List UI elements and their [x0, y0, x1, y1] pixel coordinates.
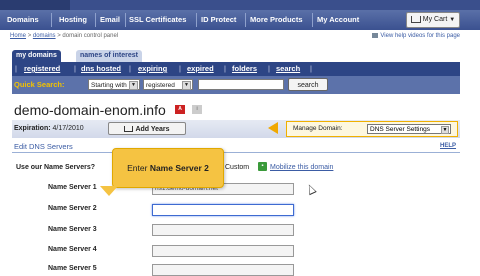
subnav-registered[interactable]: registered: [24, 62, 60, 76]
search-mode-select[interactable]: Starting with ▼: [88, 79, 140, 90]
chevron-down-icon: ▼: [129, 81, 138, 90]
expiration-label: Expiration: 4/17/2010: [14, 120, 84, 138]
tab-my-domains[interactable]: my domains: [12, 50, 61, 62]
search-mode-value: Starting with: [91, 82, 127, 89]
help-link[interactable]: HELP: [440, 143, 456, 149]
search-scope-select[interactable]: registered ▼: [143, 79, 193, 90]
quick-search-label: Quick Search:: [14, 80, 65, 89]
chevron-down-icon: ▼: [449, 17, 456, 23]
quick-search-bar: Quick Search: Starting with ▼ registered…: [12, 76, 460, 94]
quick-search-input[interactable]: [198, 79, 284, 90]
video-icon: [372, 33, 379, 38]
expiration-caption: Expiration:: [14, 125, 51, 132]
manage-domain-box: Manage Domain: DNS Server Settings ▼: [286, 121, 458, 137]
cart-label: My Cart: [422, 16, 448, 23]
use-our-name-servers-label: Use our Name Servers?: [16, 164, 95, 171]
help-videos-link[interactable]: View help videos for this page: [372, 33, 460, 39]
search-button[interactable]: search: [288, 78, 328, 91]
subnav-expired[interactable]: expired: [187, 62, 214, 76]
custom-option-label[interactable]: Custom: [225, 164, 249, 171]
nav-separator: [51, 13, 52, 27]
expiration-row: Expiration: 4/17/2010 Add Years Manage D…: [12, 120, 460, 138]
manage-domain-value: DNS Server Settings: [370, 126, 430, 133]
cart-icon: [124, 126, 134, 133]
search-scope-value: registered: [146, 82, 175, 89]
section-title: Edit DNS Servers: [14, 142, 73, 151]
tab-names-of-interest[interactable]: names of interest: [76, 50, 142, 62]
nav-ssl-certificates[interactable]: SSL Certificates: [129, 10, 186, 30]
logo-strip: [0, 0, 70, 10]
breadcrumb-domains[interactable]: domains: [33, 33, 56, 39]
subnav-expiring[interactable]: expiring: [138, 62, 167, 76]
name-server-5-input[interactable]: [152, 264, 294, 276]
manage-domain-label: Manage Domain:: [293, 125, 343, 132]
subnav-pipe: |: [129, 64, 131, 73]
name-server-4-label: Name Server 4: [48, 246, 97, 253]
nav-separator: [125, 13, 126, 27]
nav-domains[interactable]: Domains: [7, 10, 39, 30]
nav-separator: [312, 13, 313, 27]
nav-email[interactable]: Email: [100, 10, 120, 30]
subnav-folders[interactable]: folders: [232, 62, 257, 76]
subnav-pipe: |: [74, 64, 76, 73]
breadcrumb-home[interactable]: Home: [10, 33, 26, 39]
manage-domain-select[interactable]: DNS Server Settings ▼: [367, 124, 451, 134]
nav-separator: [245, 13, 246, 27]
tooltip-text: Enter Name Server 2: [113, 149, 223, 187]
main-nav: Domains Hosting Email SSL Certificates I…: [0, 10, 480, 30]
pointer-arrow-icon: [268, 122, 278, 134]
mouse-cursor-icon: [305, 182, 317, 196]
name-server-2-label: Name Server 2: [48, 205, 97, 212]
mobile-icon: ▪: [258, 162, 267, 171]
subnav-pipe: |: [310, 64, 312, 73]
tooltip-prefix: Enter: [127, 163, 148, 173]
help-videos-label: View help videos for this page: [380, 33, 460, 40]
subnav-pipe: |: [224, 64, 226, 73]
subnav-pipe: |: [15, 64, 17, 73]
domain-name-heading: demo-domain-enom.info: [14, 102, 166, 118]
chevron-down-icon: ▼: [441, 126, 449, 134]
section-divider: [12, 152, 460, 153]
breadcrumb-sep: >: [57, 33, 61, 39]
expiration-date: 4/17/2010: [52, 125, 84, 132]
my-cart-button[interactable]: My Cart ▼: [406, 12, 460, 28]
domain-subnav: | registered | dns hosted | expiring | e…: [12, 62, 460, 76]
name-server-3-input[interactable]: [152, 224, 294, 236]
nav-more-products[interactable]: More Products: [250, 10, 303, 30]
add-years-label: Add Years: [135, 126, 170, 133]
nav-id-protect[interactable]: ID Protect: [201, 10, 236, 30]
subnav-pipe: |: [179, 64, 181, 73]
instruction-tooltip: Enter Name Server 2: [112, 148, 224, 188]
name-server-1-label: Name Server 1: [48, 184, 97, 191]
top-banner: [0, 0, 480, 10]
breadcrumb: Home > domains > domain control panel: [10, 33, 118, 39]
breadcrumb-sep: >: [27, 33, 32, 39]
subnav-search[interactable]: search: [276, 62, 300, 76]
cart-icon: [410, 15, 421, 23]
name-server-3-label: Name Server 3: [48, 226, 97, 233]
info-icon[interactable]: i: [192, 105, 202, 114]
tooltip-bold: Name Server 2: [149, 163, 209, 173]
subnav-dns-hosted[interactable]: dns hosted: [81, 62, 121, 76]
nav-separator: [196, 13, 197, 27]
name-server-4-input[interactable]: [152, 245, 294, 257]
name-server-2-input[interactable]: [152, 204, 294, 216]
nav-my-account[interactable]: My Account: [317, 10, 359, 30]
nav-separator: [95, 13, 96, 27]
add-years-button[interactable]: Add Years: [108, 122, 186, 135]
pdf-icon[interactable]: A: [175, 105, 185, 114]
mobilize-domain-link[interactable]: Mobilize this domain: [270, 164, 333, 171]
nav-hosting[interactable]: Hosting: [59, 10, 87, 30]
chevron-down-icon: ▼: [182, 81, 191, 90]
subnav-pipe: |: [268, 64, 270, 73]
breadcrumb-current: domain control panel: [62, 33, 119, 39]
name-server-5-label: Name Server 5: [48, 265, 97, 272]
tooltip-tail: [100, 186, 118, 196]
